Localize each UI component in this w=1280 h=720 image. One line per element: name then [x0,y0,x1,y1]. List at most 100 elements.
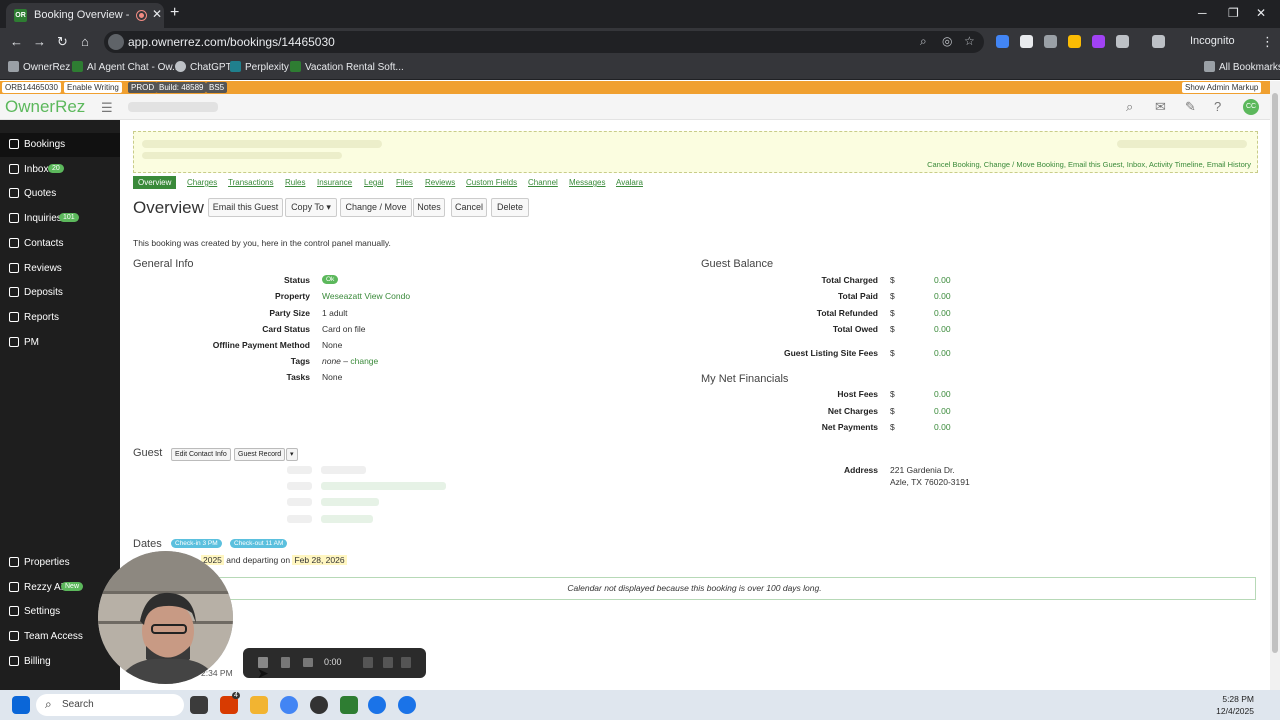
tags-label: Tags [290,356,310,366]
app-icon[interactable] [340,696,358,714]
inquiries-icon [9,213,19,223]
maximize-icon[interactable]: ❐ [1228,6,1239,20]
minimize-icon[interactable]: ─ [1198,6,1207,20]
notes-button[interactable]: Notes [413,198,445,217]
zoom-icon[interactable]: ⌕ [920,34,927,49]
window-close-icon[interactable]: ✕ [1256,6,1266,20]
browser-tab-active[interactable]: OR Booking Overview - Booking ✕ [6,3,164,28]
extension-icon[interactable] [1068,35,1081,48]
all-bookmarks[interactable]: All Bookmarks [1204,61,1280,73]
tab-title: Booking Overview - Booking [34,9,132,21]
extension-icon[interactable] [1092,35,1105,48]
tab-channel[interactable]: Channel [528,178,558,187]
deposits-icon [9,287,19,297]
site-info-icon[interactable] [108,34,124,50]
bookmark-item[interactable]: OwnerRez [8,61,70,73]
tab-files[interactable]: Files [396,178,413,187]
browser-menu-icon[interactable]: ⋮ [1261,34,1274,50]
tab-overview[interactable]: Overview [133,176,177,189]
grid-icon[interactable] [363,657,373,668]
sidebar-item-deposits[interactable]: Deposits [0,281,120,305]
help-icon[interactable]: ? [1214,99,1221,114]
booking-code-chip[interactable]: ORB14465030 [2,82,61,93]
edit-contact-info-button[interactable]: Edit Contact Info [171,448,231,461]
extension-icon[interactable] [1044,35,1057,48]
tab-custom-fields[interactable]: Custom Fields [466,178,517,187]
rotate-icon[interactable] [383,657,393,668]
windows-start-icon[interactable] [12,696,30,714]
banner-action-links[interactable]: Cancel Booking, Change / Move Booking, E… [927,160,1251,169]
page-scrollbar[interactable] [1270,81,1280,690]
scrollbar-thumb[interactable] [1272,93,1278,653]
home-icon[interactable]: ⌂ [81,34,89,49]
file-explorer-icon[interactable] [250,696,268,714]
restart-icon[interactable] [303,658,313,667]
chrome-icon[interactable] [368,696,386,714]
sidebar-item-pm[interactable]: PM [0,331,120,355]
sidebar-item-reviews[interactable]: Reviews [0,257,120,281]
system-clock[interactable]: 5:28 PM 12/4/2025 [1216,693,1254,717]
guest-record-button[interactable]: Guest Record [234,448,286,461]
tab-avalara[interactable]: Avalara [616,178,643,187]
ownerrez-logo[interactable]: OwnerRez [5,97,85,117]
copy-to-button[interactable]: Copy To ▾ [285,198,337,217]
email-guest-button[interactable]: Email this Guest [208,198,283,217]
search-icon: ⌕ [45,697,52,711]
sidebar-item-properties[interactable]: Properties [0,551,120,575]
tab-legal[interactable]: Legal [364,178,384,187]
side-panel-icon[interactable] [1152,35,1165,48]
bookmark-item[interactable]: AI Agent Chat - Ow... [72,61,180,73]
sidebar-item-contacts[interactable]: Contacts [0,232,120,256]
extension-icon[interactable] [996,35,1009,48]
tab-charges[interactable]: Charges [187,178,217,187]
app-icon[interactable] [310,696,328,714]
bookmark-star-icon[interactable]: ☆ [964,34,975,48]
bookmark-item[interactable]: Vacation Rental Soft... [290,61,404,73]
user-avatar[interactable]: CC [1243,99,1259,115]
chrome-icon[interactable] [398,696,416,714]
sidebar-item-quotes[interactable]: Quotes [0,182,120,206]
party-size-label: Party Size [269,308,310,318]
change-move-button[interactable]: Change / Move [340,198,412,217]
announcement-icon[interactable]: ✉ [1155,99,1166,115]
new-tab-button[interactable]: + [170,4,179,22]
guest-record-dropdown-icon[interactable]: ▾ [286,448,298,461]
sidebar-item-inquiries[interactable]: Inquiries 101 [0,207,120,231]
chrome-icon[interactable] [280,696,298,714]
tab-transactions[interactable]: Transactions [228,178,274,187]
pause-icon[interactable] [281,657,290,668]
tab-reviews[interactable]: Reviews [425,178,455,187]
sidebar-toggle-icon[interactable]: ☰ [101,100,113,116]
taskbar-search[interactable]: ⌕ Search [36,694,184,716]
show-admin-markup-button[interactable]: Show Admin Markup [1182,82,1262,93]
bookmark-item[interactable]: Perplexity [230,61,289,73]
forward-icon[interactable]: → [33,34,46,49]
property-link[interactable]: Weseazatt View Condo [322,291,410,301]
tab-insurance[interactable]: Insurance [317,178,352,187]
tags-change-link[interactable]: change [350,356,378,366]
back-icon[interactable]: ← [10,34,23,49]
tab-rules[interactable]: Rules [285,178,305,187]
sidebar-item-billing[interactable]: Billing [0,650,120,674]
tab-close-icon[interactable]: ✕ [152,7,162,21]
extension-icon[interactable] [1020,35,1033,48]
omnibox[interactable]: app.ownerrez.com/bookings/14465030 ⌕ ◎ ☆ [104,31,984,53]
task-view-icon[interactable] [190,696,208,714]
inbox-icon [9,164,19,174]
tab-messages[interactable]: Messages [569,178,605,187]
search-icon[interactable]: ⌕ [1126,99,1133,115]
enable-writing-button[interactable]: Enable Writing [64,82,122,93]
reload-icon[interactable]: ↻ [57,34,68,50]
cancel-button[interactable]: Cancel [451,198,487,217]
booking-source-note: This booking was created by you, here in… [133,238,391,248]
incognito-label[interactable]: Incognito [1190,35,1235,47]
bookmark-item[interactable]: ChatGPT [175,61,232,73]
tools-icon[interactable]: ✎ [1185,99,1196,115]
delete-button[interactable]: Delete [491,198,529,217]
sidebar-item-inbox[interactable]: Inbox 20 [0,158,120,182]
sidebar-item-reports[interactable]: Reports [0,306,120,330]
sidebar-item-bookings[interactable]: Bookings [0,133,120,157]
trash-icon[interactable] [401,657,411,668]
eye-off-icon[interactable]: ◎ [942,34,952,48]
extensions-puzzle-icon[interactable] [1116,35,1129,48]
